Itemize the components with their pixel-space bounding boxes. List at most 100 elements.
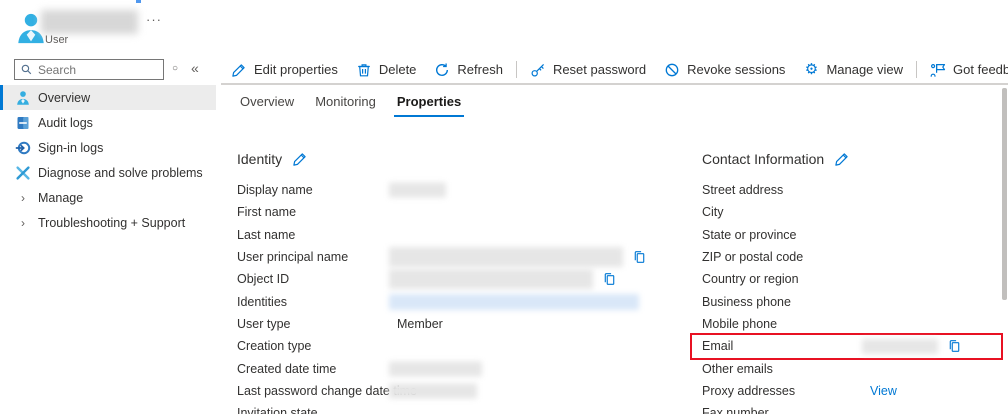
sign-in-logs-icon: [15, 140, 31, 156]
field-label: Creation type: [237, 339, 311, 353]
field-label: City: [702, 205, 724, 219]
sync-icon[interactable]: ○: [172, 63, 178, 74]
feedback-icon: [930, 62, 946, 78]
field-row-mobile-phone: Mobile phone: [702, 313, 1004, 335]
field-row-business-phone: Business phone: [702, 290, 1004, 312]
field-row-first-name: First name: [237, 201, 667, 223]
field-row-state-or-province: State or province: [702, 224, 1004, 246]
sidebar-item-diagnose-and-solve-problems[interactable]: Diagnose and solve problems: [0, 160, 216, 185]
field-row-country-or-region: Country or region: [702, 268, 1004, 290]
identity-fields: Display nameFirst name Last name User prin…: [237, 179, 667, 414]
manage-view-button[interactable]: ⚙ Manage view: [794, 62, 912, 78]
search-icon: [20, 63, 33, 76]
diagnose-icon: [15, 165, 31, 181]
sidebar-item-label: Sign-in logs: [38, 141, 103, 155]
view-link[interactable]: View: [870, 384, 897, 398]
field-label: Invitation state: [237, 406, 318, 414]
field-row-other-emails: Other emails: [702, 357, 1004, 379]
copy-icon[interactable]: [601, 271, 617, 287]
field-label: Identities: [237, 295, 287, 309]
sidebar-item-label: Manage: [38, 191, 83, 205]
field-value: [870, 338, 962, 354]
clipped-ui-artifact: [136, 0, 141, 3]
refresh-button[interactable]: Refresh: [425, 62, 512, 78]
sidebar-nav: Overview Audit logs Sign-in logs Diagnos…: [0, 85, 216, 235]
sidebar-item-audit-logs[interactable]: Audit logs: [0, 110, 216, 135]
trash-icon: [356, 62, 372, 78]
edit-contact-icon[interactable]: [834, 151, 850, 167]
tab-bar: Overview Monitoring Properties: [237, 94, 464, 117]
sidebar-item-label: Troubleshooting + Support: [38, 216, 185, 230]
field-value: View: [870, 384, 897, 398]
field-label: Business phone: [702, 295, 791, 309]
tab-properties[interactable]: Properties: [394, 94, 464, 117]
toolbar-group-divider: [916, 61, 917, 78]
field-label: Mobile phone: [702, 317, 777, 331]
more-options-button[interactable]: ···: [146, 12, 162, 27]
field-row-zip-or-postal-code: ZIP or postal code: [702, 246, 1004, 268]
redacted-value: [389, 361, 482, 376]
sidebar-search[interactable]: [14, 59, 164, 80]
identity-section-header: Identity: [237, 151, 308, 167]
copy-icon[interactable]: [631, 249, 647, 265]
field-value: [397, 383, 477, 398]
field-label: Last name: [237, 228, 295, 242]
field-label: Created date time: [237, 362, 336, 376]
gear-icon: ⚙: [803, 62, 819, 78]
reset-password-button[interactable]: Reset password: [521, 62, 655, 78]
contact-section-header: Contact Information: [702, 151, 850, 167]
field-row-user-type: User typeMember: [237, 313, 667, 335]
sidebar-item-manage[interactable]: › Manage: [0, 185, 216, 210]
contact-fields: Street address City State or provinceZIP o…: [702, 179, 1004, 414]
field-row-creation-type: Creation type: [237, 335, 667, 357]
field-row-user-principal-name: User principal name: [237, 246, 667, 268]
field-row-created-date-time: Created date time: [237, 357, 667, 379]
sidebar-item-overview[interactable]: Overview: [0, 85, 216, 110]
contact-section-title: Contact Information: [702, 151, 824, 167]
user-display-name-redacted: [41, 10, 138, 34]
field-label: Country or region: [702, 272, 799, 286]
audit-logs-icon: [15, 115, 31, 131]
tab-overview[interactable]: Overview: [237, 94, 297, 117]
field-row-street-address: Street address: [702, 179, 1004, 201]
sidebar-item-sign-in-logs[interactable]: Sign-in logs: [0, 135, 216, 160]
field-label: Object ID: [237, 272, 289, 286]
chevron-right-icon: ›: [15, 215, 31, 231]
copy-icon[interactable]: [946, 338, 962, 354]
delete-button[interactable]: Delete: [347, 62, 426, 78]
pencil-icon: [231, 62, 247, 78]
field-value: [397, 269, 617, 289]
toolbar-button-label: Delete: [379, 62, 417, 77]
chevron-right-icon: ›: [15, 190, 31, 206]
sidebar-item-troubleshooting-support[interactable]: › Troubleshooting + Support: [0, 210, 216, 235]
toolbar-divider: [221, 83, 1008, 85]
redacted-value: [389, 383, 477, 398]
toolbar-button-label: Got feedback?: [953, 62, 1008, 77]
field-value: [397, 361, 482, 376]
field-row-fax-number: Fax number: [702, 402, 1004, 414]
field-row-email: Email: [702, 335, 1004, 357]
tab-monitoring[interactable]: Monitoring: [312, 94, 379, 117]
revoke-sessions-button[interactable]: Revoke sessions: [655, 62, 794, 78]
toolbar-group-divider: [516, 61, 517, 78]
redacted-value: [389, 294, 639, 310]
field-row-identities: Identities: [237, 290, 667, 312]
key-icon: [530, 62, 546, 78]
edit-properties-button[interactable]: Edit properties: [222, 62, 347, 78]
edit-identity-icon[interactable]: [292, 151, 308, 167]
refresh-icon: [434, 62, 450, 78]
toolbar-button-label: Edit properties: [254, 62, 338, 77]
sidebar-item-label: Audit logs: [38, 116, 93, 130]
collapse-sidebar-icon[interactable]: «: [191, 60, 199, 76]
toolbar-button-label: Manage view: [826, 62, 903, 77]
field-row-display-name: Display name: [237, 179, 667, 201]
field-row-last-name: Last name: [237, 224, 667, 246]
field-row-city: City: [702, 201, 1004, 223]
field-value: [397, 183, 446, 198]
search-input[interactable]: [38, 63, 158, 77]
redacted-value: [389, 247, 623, 267]
sidebar-item-label: Diagnose and solve problems: [38, 166, 203, 180]
toolbar-button-label: Reset password: [553, 62, 646, 77]
got-feedback-button[interactable]: Got feedback?: [921, 62, 1008, 78]
field-value: [397, 294, 639, 310]
